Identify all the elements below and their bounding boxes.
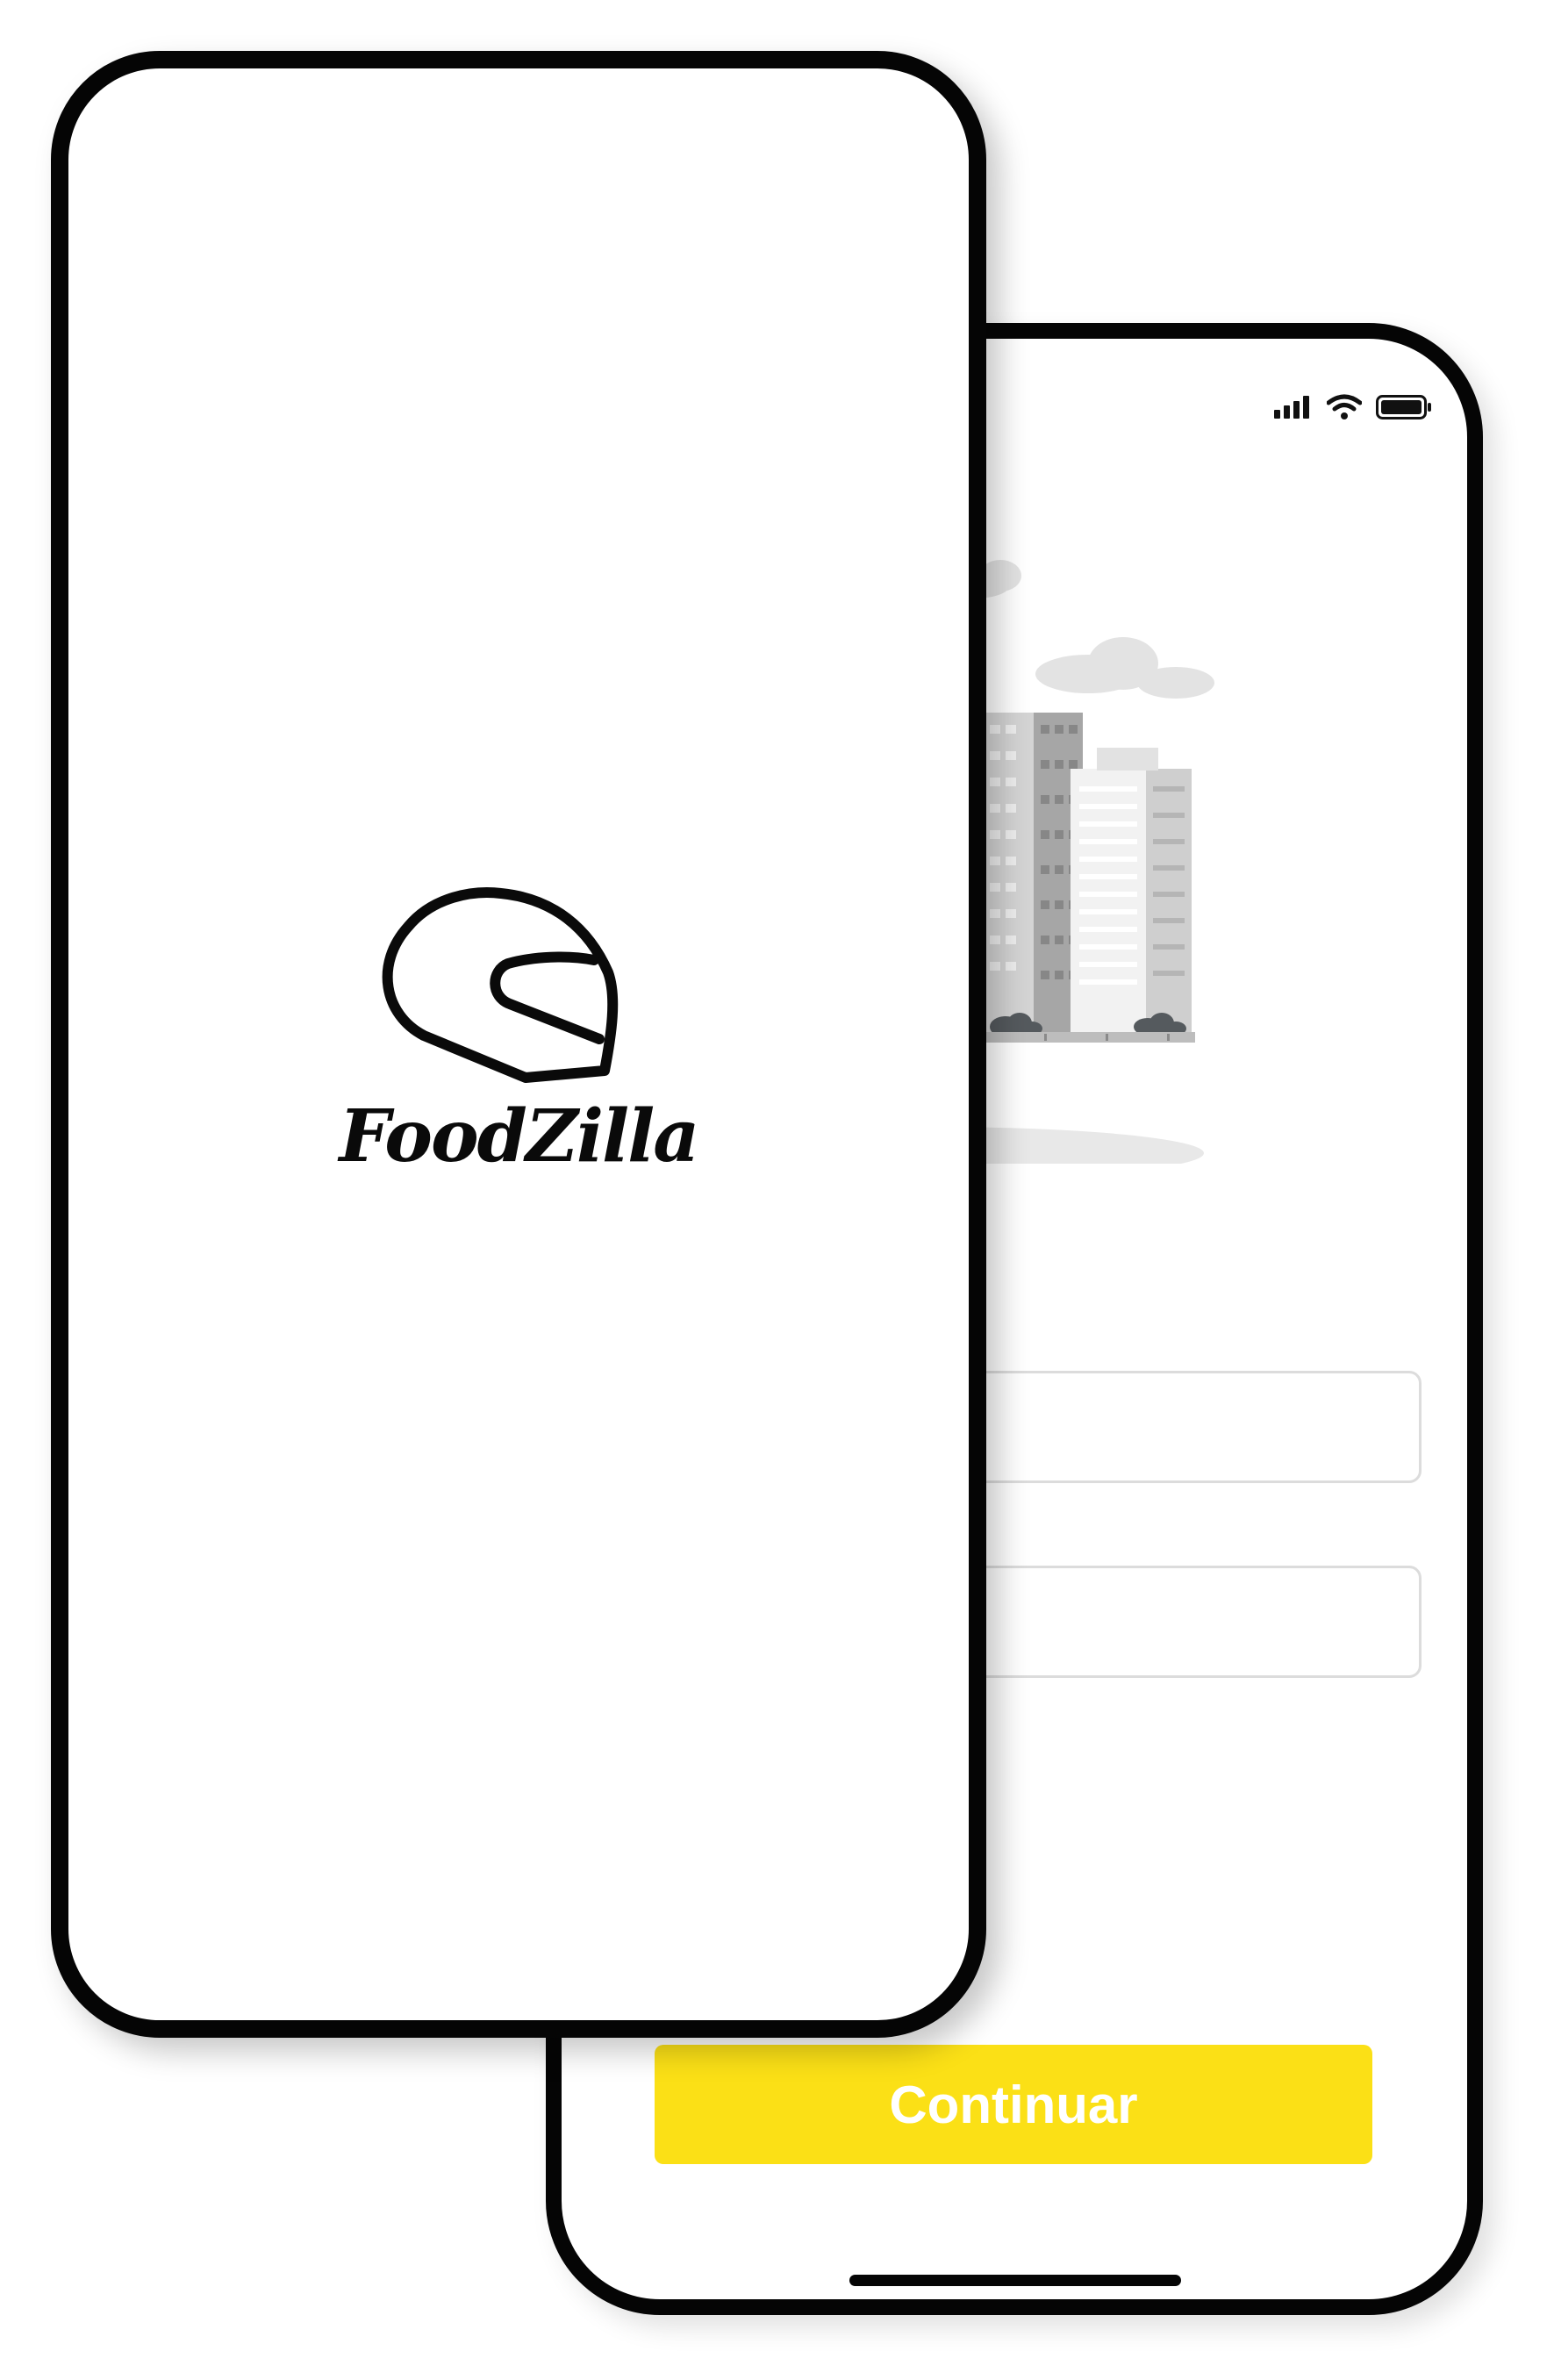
status-bar	[1274, 390, 1432, 425]
signal-icon	[1274, 396, 1309, 419]
battery-icon	[1376, 395, 1431, 419]
continue-button[interactable]: Continuar	[655, 2045, 1372, 2164]
home-indicator	[849, 2275, 1181, 2286]
splash-phone: FoodZilla	[51, 51, 986, 2038]
brand-name: FoodZilla	[339, 1094, 700, 1179]
brand-logo-block: FoodZilla	[68, 841, 969, 1172]
helmet-logo-icon	[382, 887, 619, 1083]
wifi-icon	[1327, 394, 1362, 419]
